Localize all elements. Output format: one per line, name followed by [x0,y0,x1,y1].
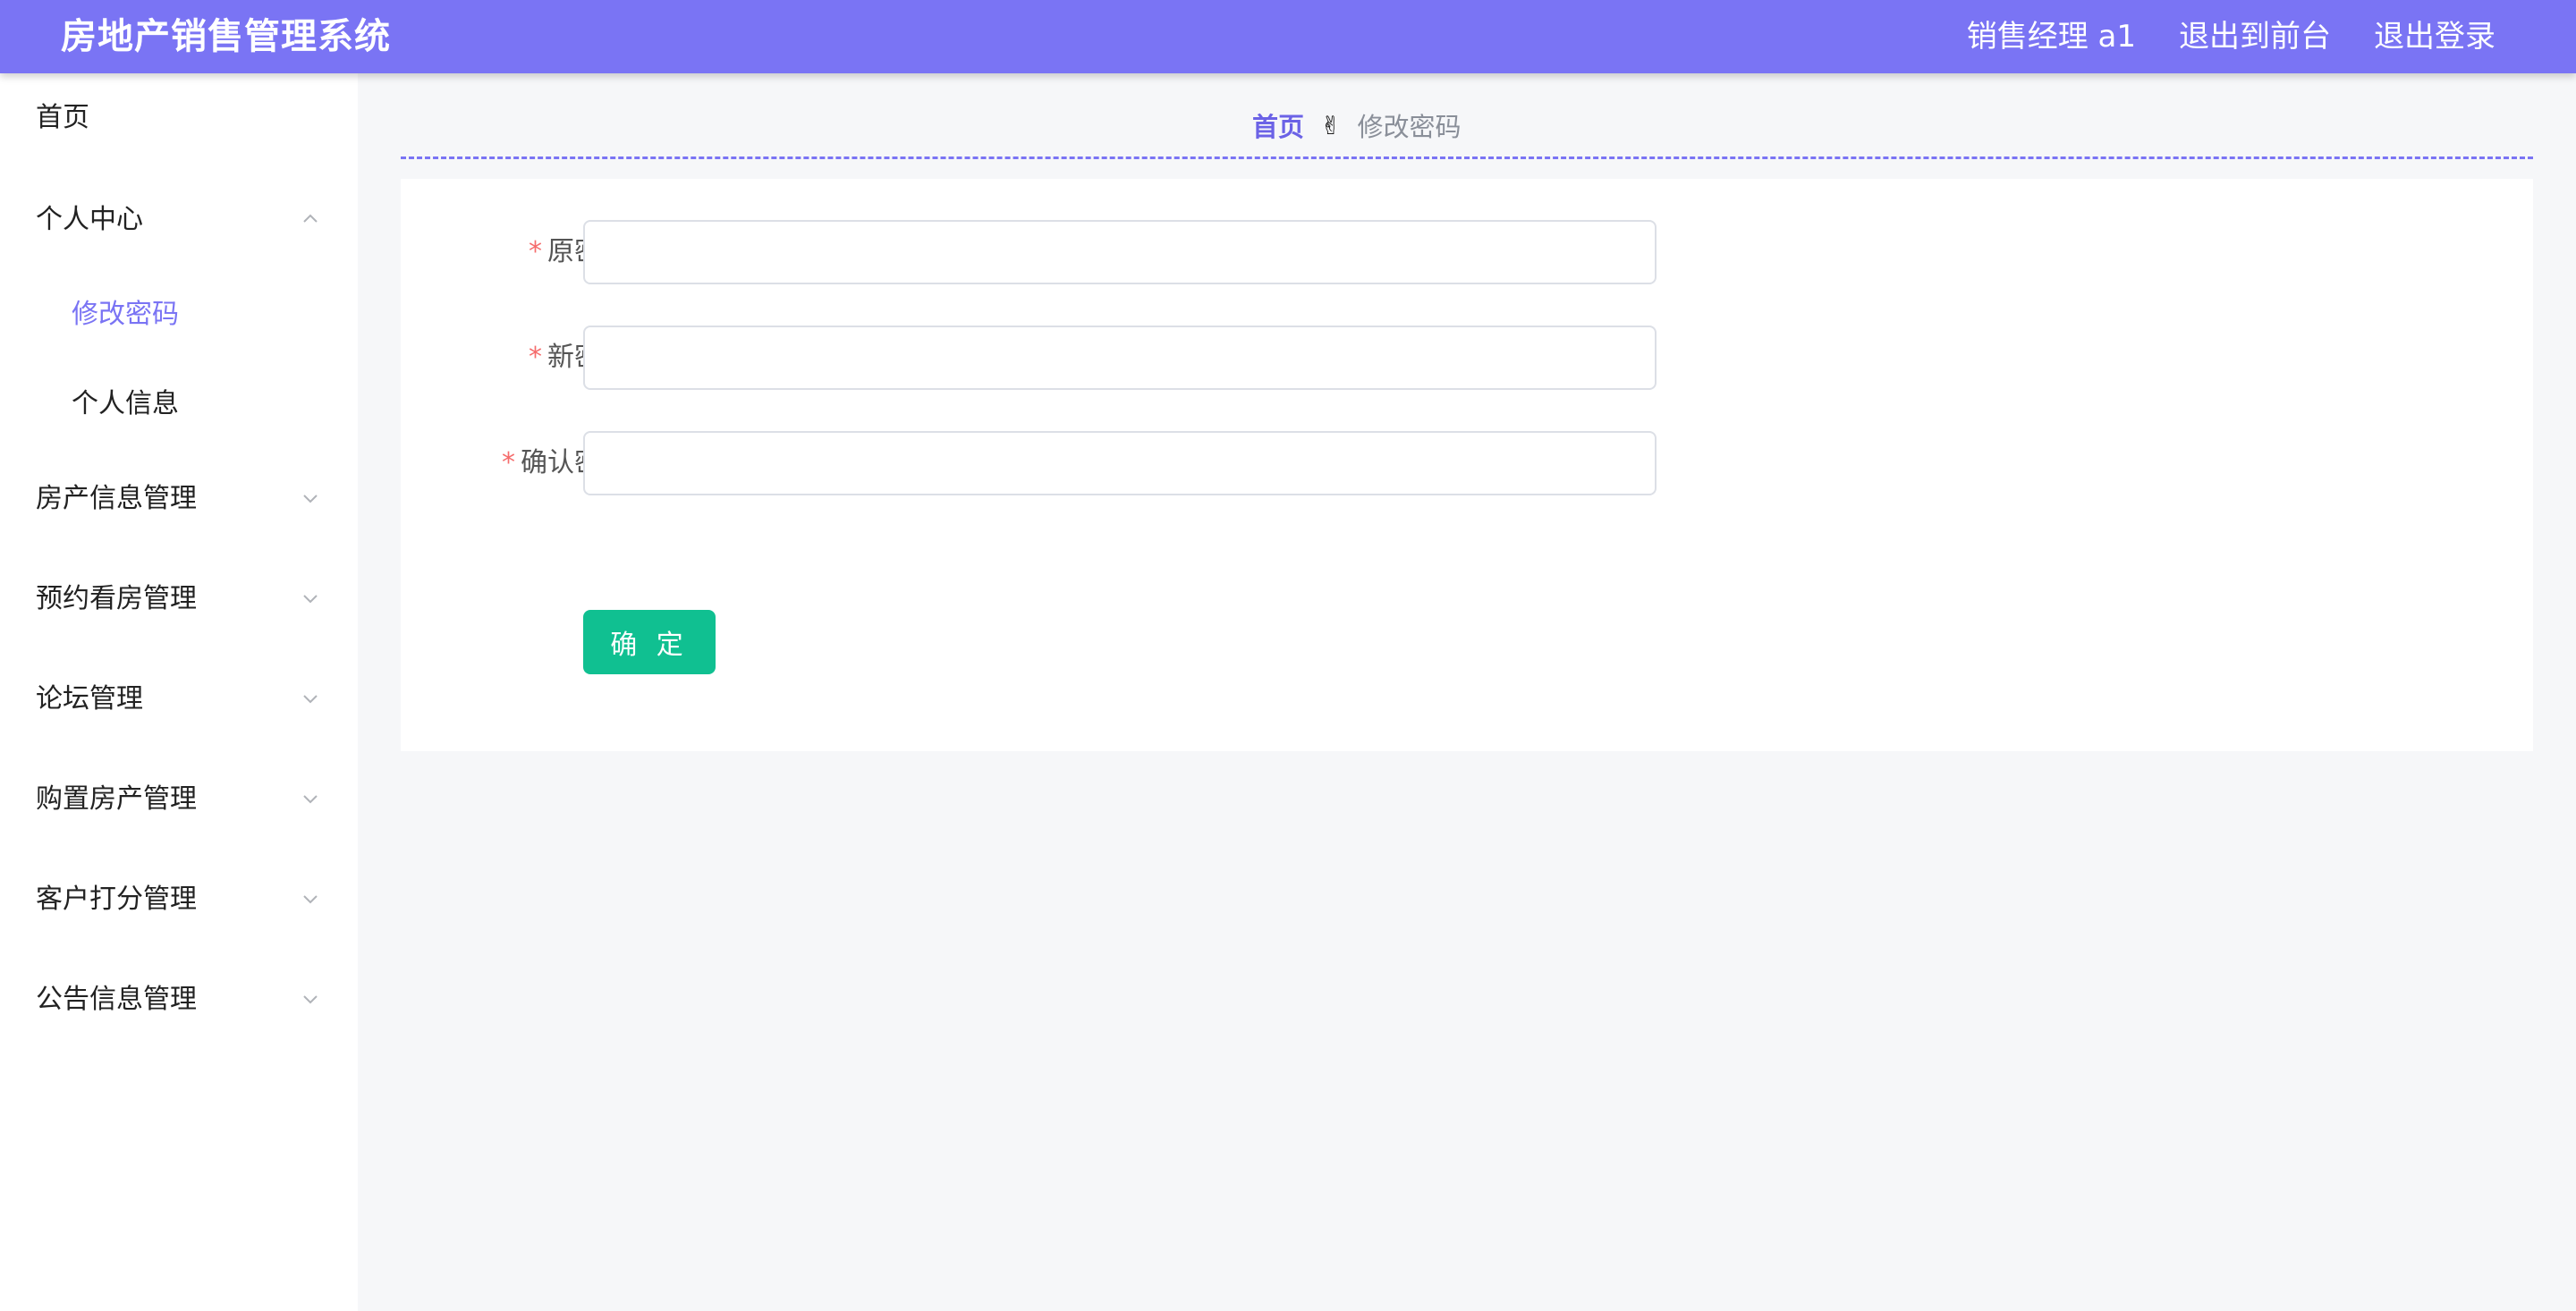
chevron-down-icon [301,488,320,508]
sidebar-item-label: 首页 [36,102,89,133]
victory-hand-icon: ✌ [1320,110,1342,140]
exit-to-front-link[interactable]: 退出到前台 [2179,13,2331,61]
chevron-down-icon [301,689,320,708]
breadcrumb: 首页 ✌ 修改密码 [1252,106,1462,145]
breadcrumb-home-link[interactable]: 首页 [1252,106,1304,144]
sidebar-item-label: 房产信息管理 [36,483,197,514]
sidebar-item-property-purchase[interactable]: 购置房产管理 [0,755,358,844]
sidebar-item-viewing-appointments[interactable]: 预约看房管理 [0,554,358,644]
sidebar-item-customer-rating[interactable]: 客户打分管理 [0,855,358,944]
sidebar-item-label: 客户打分管理 [36,884,197,915]
sidebar-subitem-label: 修改密码 [72,299,179,330]
app-title: 房地产销售管理系统 [61,16,391,57]
chevron-down-icon [301,588,320,608]
chevron-down-icon [301,989,320,1009]
new-password-row: *新密码 [401,326,1832,392]
sidebar-subitem-personal-info[interactable]: 个人信息 [0,361,358,447]
sidebar-item-label: 个人中心 [36,204,143,235]
top-header: 房地产销售管理系统 销售经理 a1 退出到前台 退出登录 [0,0,2576,73]
change-password-form-card: *原密码 *新密码 *确认密码 确 定 [401,179,2533,751]
confirm-password-row: * 确认密码 [401,431,1832,497]
new-password-input[interactable] [583,326,1657,390]
sidebar-item-label: 公告信息管理 [36,984,197,1015]
confirm-password-input[interactable] [583,431,1657,495]
submit-button[interactable]: 确 定 [583,610,716,674]
sidebar-item-label: 购置房产管理 [36,783,197,815]
sidebar-subitem-label: 个人信息 [72,388,179,419]
chevron-down-icon [301,889,320,909]
main-content: 首页 ✌ 修改密码 *原密码 *新密码 *确认密码 确 定 [358,73,2576,1311]
chevron-up-icon [301,209,320,229]
required-mark: * [529,236,542,267]
required-mark: * [502,447,515,478]
sidebar: 首页 个人中心 修改密码 个人信息 房产信息管理 预约看房管理 论坛管理 购置房… [0,73,358,1311]
required-mark: * [529,342,542,373]
sidebar-item-announcements[interactable]: 公告信息管理 [0,955,358,1045]
sidebar-item-home[interactable]: 首页 [0,73,358,163]
header-actions: 销售经理 a1 退出到前台 退出登录 [1967,13,2496,61]
sidebar-subitem-change-password[interactable]: 修改密码 [0,272,358,358]
logout-link[interactable]: 退出登录 [2374,13,2496,61]
old-password-input[interactable] [583,220,1657,284]
sidebar-item-property-info[interactable]: 房产信息管理 [0,454,358,544]
sidebar-item-personal[interactable]: 个人中心 [0,175,358,265]
old-password-row: *原密码 [401,220,1832,286]
sidebar-item-label: 预约看房管理 [36,583,197,614]
sidebar-item-label: 论坛管理 [36,683,143,715]
current-user: 销售经理 a1 [1966,19,2136,55]
breadcrumb-current: 修改密码 [1357,112,1462,142]
chevron-down-icon [301,789,320,808]
sidebar-item-forum[interactable]: 论坛管理 [0,655,358,744]
breadcrumb-divider [401,156,2533,159]
